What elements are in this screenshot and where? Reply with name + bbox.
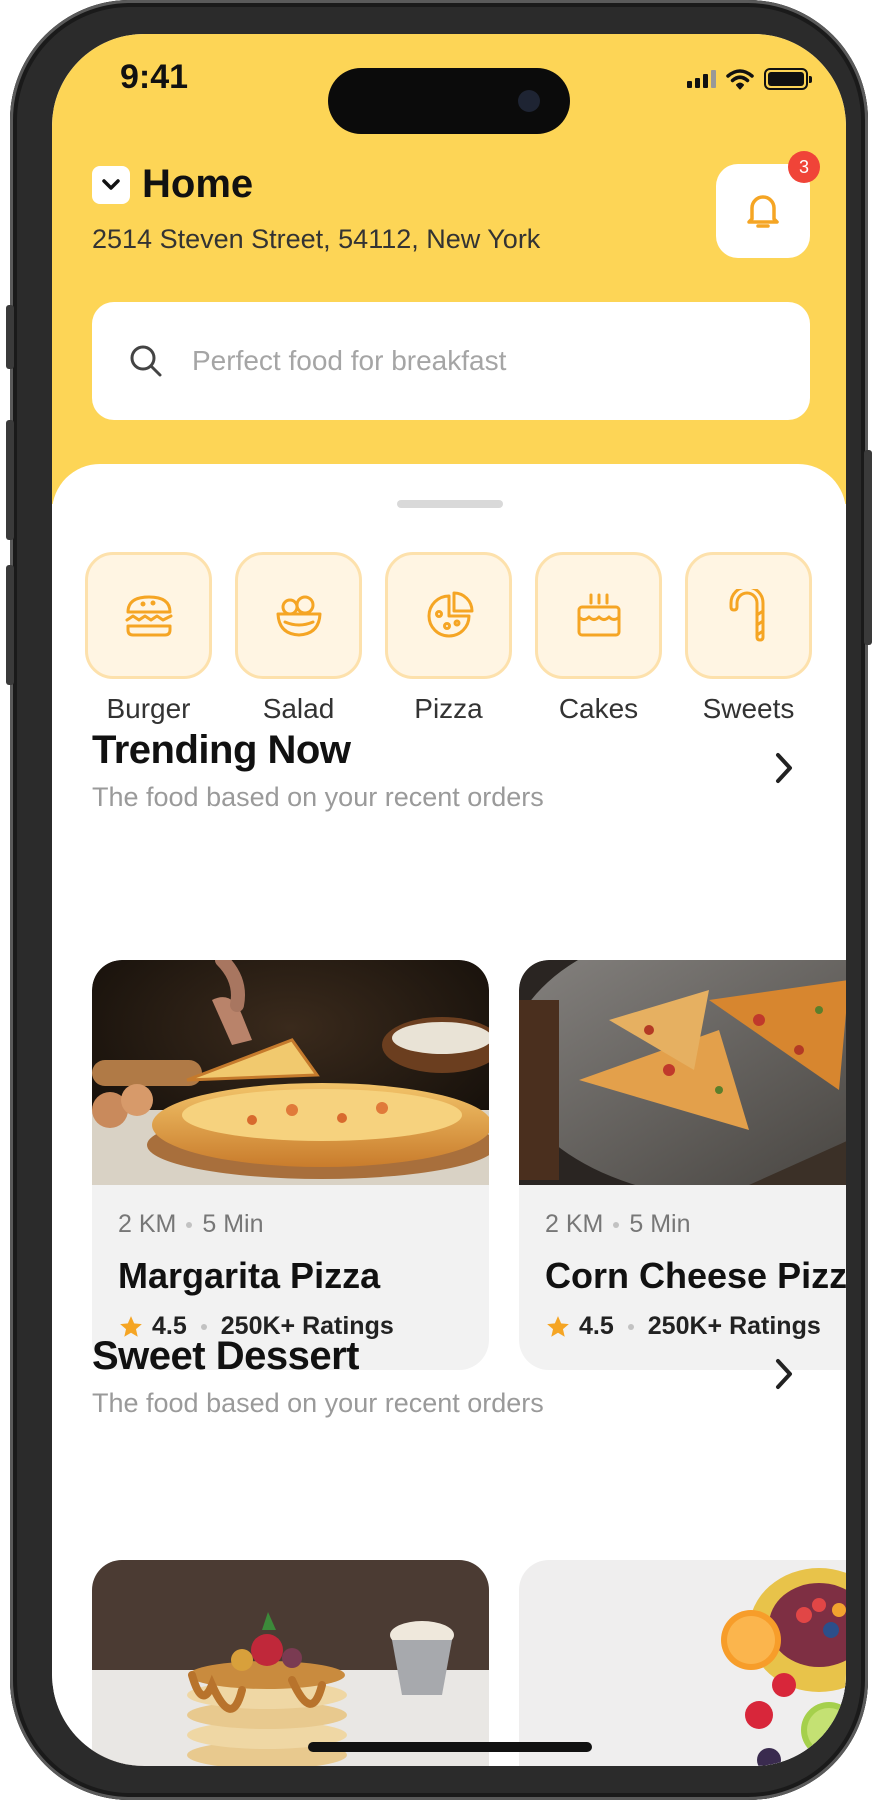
phone-frame: 9:41 Home 2514 Steven Street, 54112, New… (6, 0, 872, 1800)
pizza-icon[interactable] (385, 552, 512, 679)
category-label: Cakes (558, 693, 639, 724)
power-button (864, 450, 872, 645)
status-time: 9:41 (120, 58, 189, 96)
content-sheet: Burger Salad Pizza Cakes Sweets Trending… (52, 464, 846, 1766)
search-input[interactable] (192, 345, 712, 377)
star-icon (547, 1315, 569, 1337)
chevron-right-icon[interactable] (766, 1356, 802, 1392)
card-rating: 4.5 250K+ Ratings (545, 1312, 821, 1341)
volume-up-button (6, 420, 14, 540)
search-icon (130, 345, 162, 377)
home-indicator[interactable] (308, 1742, 592, 1752)
status-icons (687, 68, 812, 90)
food-card[interactable]: 2 KM 5 Min Corn Cheese Pizza 4.5 250K+ R… (519, 960, 846, 1370)
category-label: Pizza (414, 693, 483, 724)
notification-badge: 3 (788, 151, 820, 183)
wifi-icon (726, 69, 754, 90)
location-selector[interactable]: Home (92, 162, 253, 207)
cellular-signal-icon (687, 70, 716, 88)
trending-list: 2 KM 5 Min Margarita Pizza 4.5 250K+ Rat… (92, 960, 846, 1370)
camera-icon (518, 90, 540, 112)
location-title[interactable]: Home (142, 162, 253, 207)
rating-value: 4.5 (579, 1312, 614, 1340)
cake-icon[interactable] (535, 552, 662, 679)
search-bar[interactable] (92, 302, 810, 420)
salad-bowl-icon[interactable] (235, 552, 362, 679)
category-label: Salad (262, 693, 335, 724)
card-meta: 2 KM 5 Min (545, 1210, 691, 1239)
fruit-platter-photo[interactable] (519, 1560, 846, 1766)
separator-dot (200, 1323, 207, 1330)
location-address: 2514 Steven Street, 54112, New York (92, 224, 541, 254)
ratings-count: 250K+ Ratings (647, 1312, 821, 1340)
pizza-photo (92, 960, 489, 1185)
chevron-down-icon[interactable] (92, 165, 130, 204)
dessert-subtitle: The food based on your recent orders (92, 1388, 544, 1418)
category-salad[interactable]: Salad (235, 552, 362, 725)
candy-cane-icon[interactable] (685, 552, 812, 679)
time-text: 5 Min (629, 1210, 691, 1238)
category-label: Burger (106, 693, 191, 724)
pancake-photo[interactable] (92, 1560, 489, 1766)
category-label: Sweets (702, 693, 795, 724)
sheet-handle[interactable] (397, 500, 503, 508)
food-name: Corn Cheese Pizza (545, 1255, 846, 1296)
time-text: 5 Min (202, 1210, 264, 1238)
trending-title: Trending Now (92, 728, 351, 772)
separator-dot (627, 1323, 634, 1330)
category-sweets[interactable]: Sweets (685, 552, 812, 725)
category-pizza[interactable]: Pizza (385, 552, 512, 725)
app-screen: 9:41 Home 2514 Steven Street, 54112, New… (52, 34, 846, 1766)
category-list: Burger Salad Pizza Cakes Sweets (85, 552, 812, 725)
trending-subtitle: The food based on your recent orders (92, 782, 544, 812)
volume-down-button (6, 565, 14, 685)
food-card[interactable]: 2 KM 5 Min Margarita Pizza 4.5 250K+ Rat… (92, 960, 489, 1370)
pizza-photo (519, 960, 846, 1185)
battery-icon (764, 68, 812, 90)
dessert-title: Sweet Dessert (92, 1334, 359, 1378)
action-button (6, 305, 14, 369)
dessert-list (92, 1560, 846, 1766)
food-name: Margarita Pizza (118, 1255, 381, 1296)
card-meta: 2 KM 5 Min (118, 1210, 264, 1239)
burger-icon[interactable] (85, 552, 212, 679)
dynamic-island (328, 68, 570, 134)
category-cakes[interactable]: Cakes (535, 552, 662, 725)
category-burger[interactable]: Burger (85, 552, 212, 725)
bell-icon (747, 195, 779, 228)
distance-text: 2 KM (545, 1210, 604, 1238)
header: 9:41 Home 2514 Steven Street, 54112, New… (52, 34, 846, 504)
separator-dot (186, 1221, 193, 1228)
chevron-right-icon[interactable] (766, 750, 802, 786)
separator-dot (613, 1221, 620, 1228)
distance-text: 2 KM (118, 1210, 177, 1238)
